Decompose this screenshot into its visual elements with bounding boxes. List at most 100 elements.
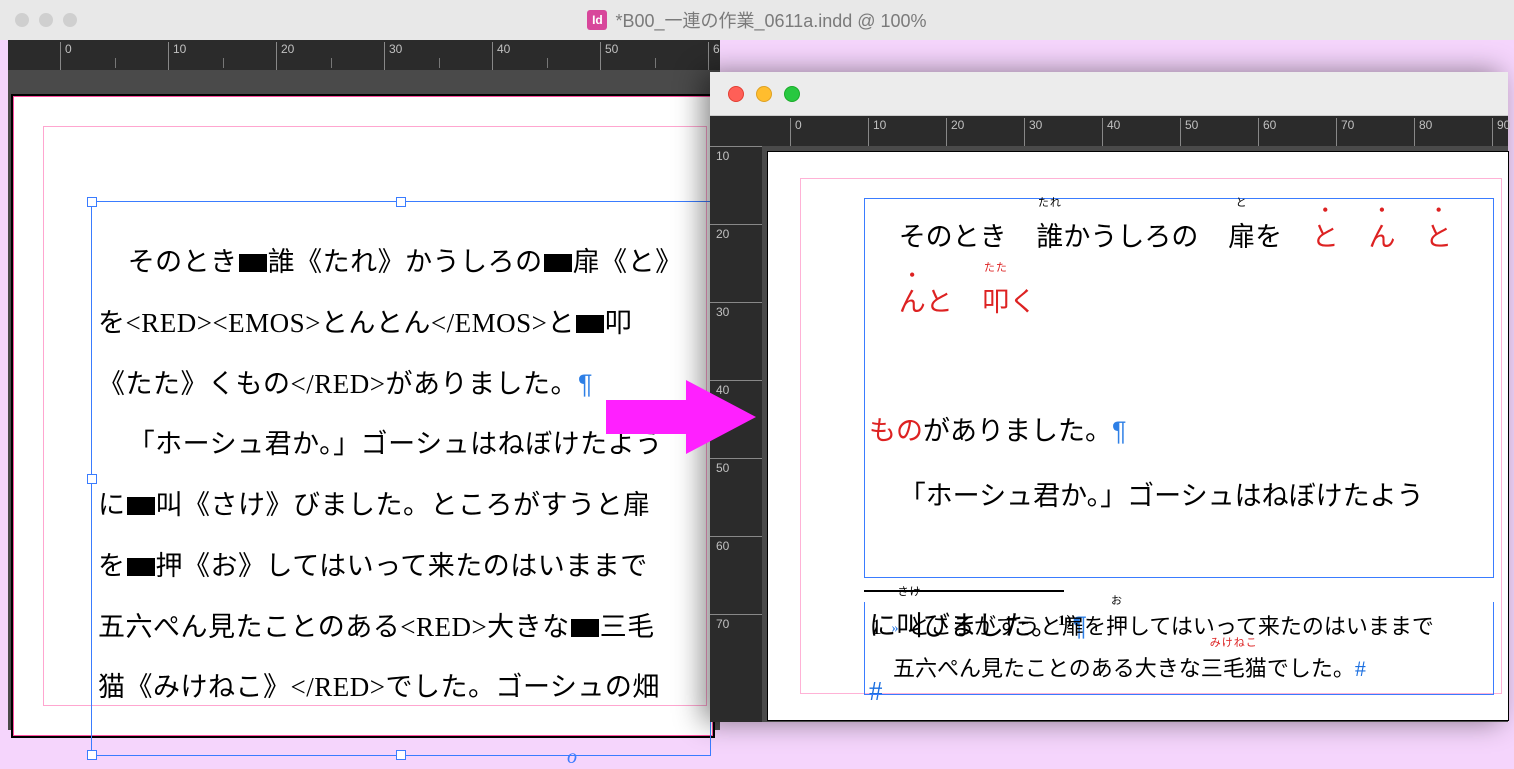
ruby-group: たた叩 [953, 270, 1010, 335]
window-titlebar: Id *B00_一連の作業_0611a.indd @ 100% [0, 0, 1514, 40]
maximize-button[interactable] [784, 86, 800, 102]
ruler-tick: 70 [1336, 118, 1414, 146]
indesign-app-icon: Id [587, 10, 607, 30]
horizontal-ruler[interactable]: 0 10 20 30 40 50 60 70 80 90 [710, 116, 1508, 146]
ruler-tick: 60 [710, 536, 762, 614]
ruler-tick: 50 [710, 458, 762, 536]
traffic-dot-disabled [15, 13, 29, 27]
hidden-char-marker [544, 254, 572, 272]
ruler-tick: 40 [1102, 118, 1180, 146]
footnote-number: 1 [871, 614, 882, 639]
source-text[interactable]: そのとき誰《たれ》かうしろの扉《と》 を<RED><EMOS>とんとん</EMO… [98, 232, 710, 718]
text: 「ホーシュ君か。」ゴーシュはねぼけたよう [128, 429, 663, 459]
text-frame-result[interactable]: そのときたれ誰かうしろのと扉をとんとんとたた叩く ものがありました。¶ 「ホーシ… [864, 198, 1494, 578]
document-window-right: 0 10 20 30 40 50 60 70 80 90 10 20 30 40… [710, 72, 1508, 722]
text: 扉《と》 [573, 247, 683, 277]
page[interactable]: そのときたれ誰かうしろのと扉をとんとんとたた叩く ものがありました。¶ 「ホーシ… [768, 152, 1508, 720]
text-frame-source[interactable]: o そのとき誰《たれ》かうしろの扉《と》 を<RED><EMOS>とんとん</E… [91, 201, 711, 756]
ruby-group: たれ誰 [1007, 205, 1064, 270]
selection-handle[interactable] [87, 750, 97, 760]
text: 猫《みけねこ》</RED>でした。ゴーシュの畑 [98, 672, 660, 702]
selection-handle[interactable] [87, 197, 97, 207]
text: 五六ぺん見たことのある<RED>大きな [98, 612, 570, 642]
emphasis-dot-char: と [1395, 205, 1452, 270]
ruby-text: お [1106, 591, 1128, 612]
footnote-marker-icon: » [892, 621, 899, 636]
hidden-char-marker [571, 619, 599, 637]
text: そのとき [128, 247, 238, 277]
text: 叫《さけ》びました。ところがすうと扉 [156, 490, 651, 520]
hidden-char-marker [576, 315, 604, 333]
text: を [98, 551, 126, 581]
traffic-dot-disabled [63, 13, 77, 27]
ruby-group: と扉 [1198, 205, 1255, 270]
ruler-tick: 20 [946, 118, 1024, 146]
horizontal-ruler[interactable]: 0 10 20 30 40 50 60 [8, 40, 720, 70]
ruler-ticks: 0 10 20 30 40 50 60 [60, 42, 720, 70]
ruler-tick: 50 [600, 42, 708, 70]
ruby-base: 三毛猫 [1201, 656, 1267, 681]
ruler-tick: 40 [492, 42, 600, 70]
footnote-separator [864, 590, 1064, 592]
ruler-tick: 50 [1180, 118, 1258, 146]
ruler-tick: 80 [1414, 118, 1492, 146]
ruby-base: 扉 [1228, 222, 1255, 252]
pilcrow-icon: ¶ [1112, 416, 1127, 446]
text: を<RED><EMOS>とんとん</EMOS>と [98, 308, 575, 338]
pilcrow-icon: ¶ [578, 369, 593, 399]
hidden-char-marker [239, 254, 267, 272]
ruby-text: たれ [1007, 190, 1064, 216]
text: してはいって来たのはいままで [1128, 614, 1434, 639]
ruler-tick: 30 [710, 302, 762, 380]
text: 「ホーシュ君か。」ゴーシュはねぼけたよう [869, 464, 1487, 529]
ruler-tick: 70 [710, 614, 762, 692]
emphasis-dot-char: ん [1339, 205, 1396, 270]
floating-window-titlebar[interactable] [710, 72, 1508, 116]
window-controls[interactable] [15, 13, 77, 27]
text: 《たた》くもの</RED>がありました。 [98, 369, 578, 399]
text: 押《お》してはいって来たのはいままで [156, 551, 648, 581]
text: 叩 [605, 308, 633, 338]
ruby-text: みけねこ [1201, 633, 1267, 654]
close-button[interactable] [728, 86, 744, 102]
ruler-tick: 20 [276, 42, 384, 70]
text: がありました。 [923, 416, 1112, 446]
ruler-tick: 90 [1492, 118, 1514, 146]
footnote-frame[interactable]: 1 » ところがすうと扉をお押してはいって来たのはいままで 五六ぺん見たことのあ… [864, 602, 1494, 695]
document-title: *B00_一連の作業_0611a.indd @ 100% [615, 7, 926, 33]
text: そのとき [899, 222, 1007, 252]
ruler-tick: 10 [168, 42, 276, 70]
ruby-base: 叩 [982, 287, 1009, 317]
emphasis-dot-char: と [1282, 205, 1339, 270]
ruler-tick: 60 [708, 42, 720, 70]
selection-handle[interactable] [396, 750, 406, 760]
transform-arrow-icon [606, 380, 756, 454]
ruler-tick: 30 [384, 42, 492, 70]
ruler-tick: 0 [790, 118, 868, 146]
text: 誰《たれ》かうしろの [268, 247, 543, 277]
ruler-tick: 30 [1024, 118, 1102, 146]
text: 大きな [1135, 656, 1201, 681]
end-of-story-marker: # [1355, 656, 1366, 681]
emphasis-dot-char: ん [869, 270, 926, 335]
ruler-tick: 10 [868, 118, 946, 146]
traffic-dot-disabled [39, 13, 53, 27]
ruler-tick: 20 [710, 224, 762, 302]
ruler-tick: 10 [710, 146, 762, 224]
text: 三毛 [600, 612, 655, 642]
ruby-text: たた [953, 255, 1010, 281]
ruler-tick: 60 [1258, 118, 1336, 146]
hidden-char-marker [127, 558, 155, 576]
hidden-char-marker [127, 497, 155, 515]
ruler-ticks: 0 10 20 30 40 50 60 70 80 90 [790, 118, 1514, 146]
selection-handle[interactable] [396, 197, 406, 207]
minimize-button[interactable] [756, 86, 772, 102]
pasteboard[interactable]: そのときたれ誰かうしろのと扉をとんとんとたた叩く ものがありました。¶ 「ホーシ… [762, 146, 1508, 722]
text: ところがすうと扉を [908, 614, 1106, 639]
ruby-group: みけねこ三毛猫 [1201, 648, 1267, 690]
selection-handle[interactable] [87, 474, 97, 484]
text: 五六ぺん見たことのある [893, 656, 1135, 681]
text: でした。 [1267, 656, 1355, 681]
overset-indicator[interactable]: o [564, 746, 580, 762]
text: く [1009, 287, 1036, 317]
